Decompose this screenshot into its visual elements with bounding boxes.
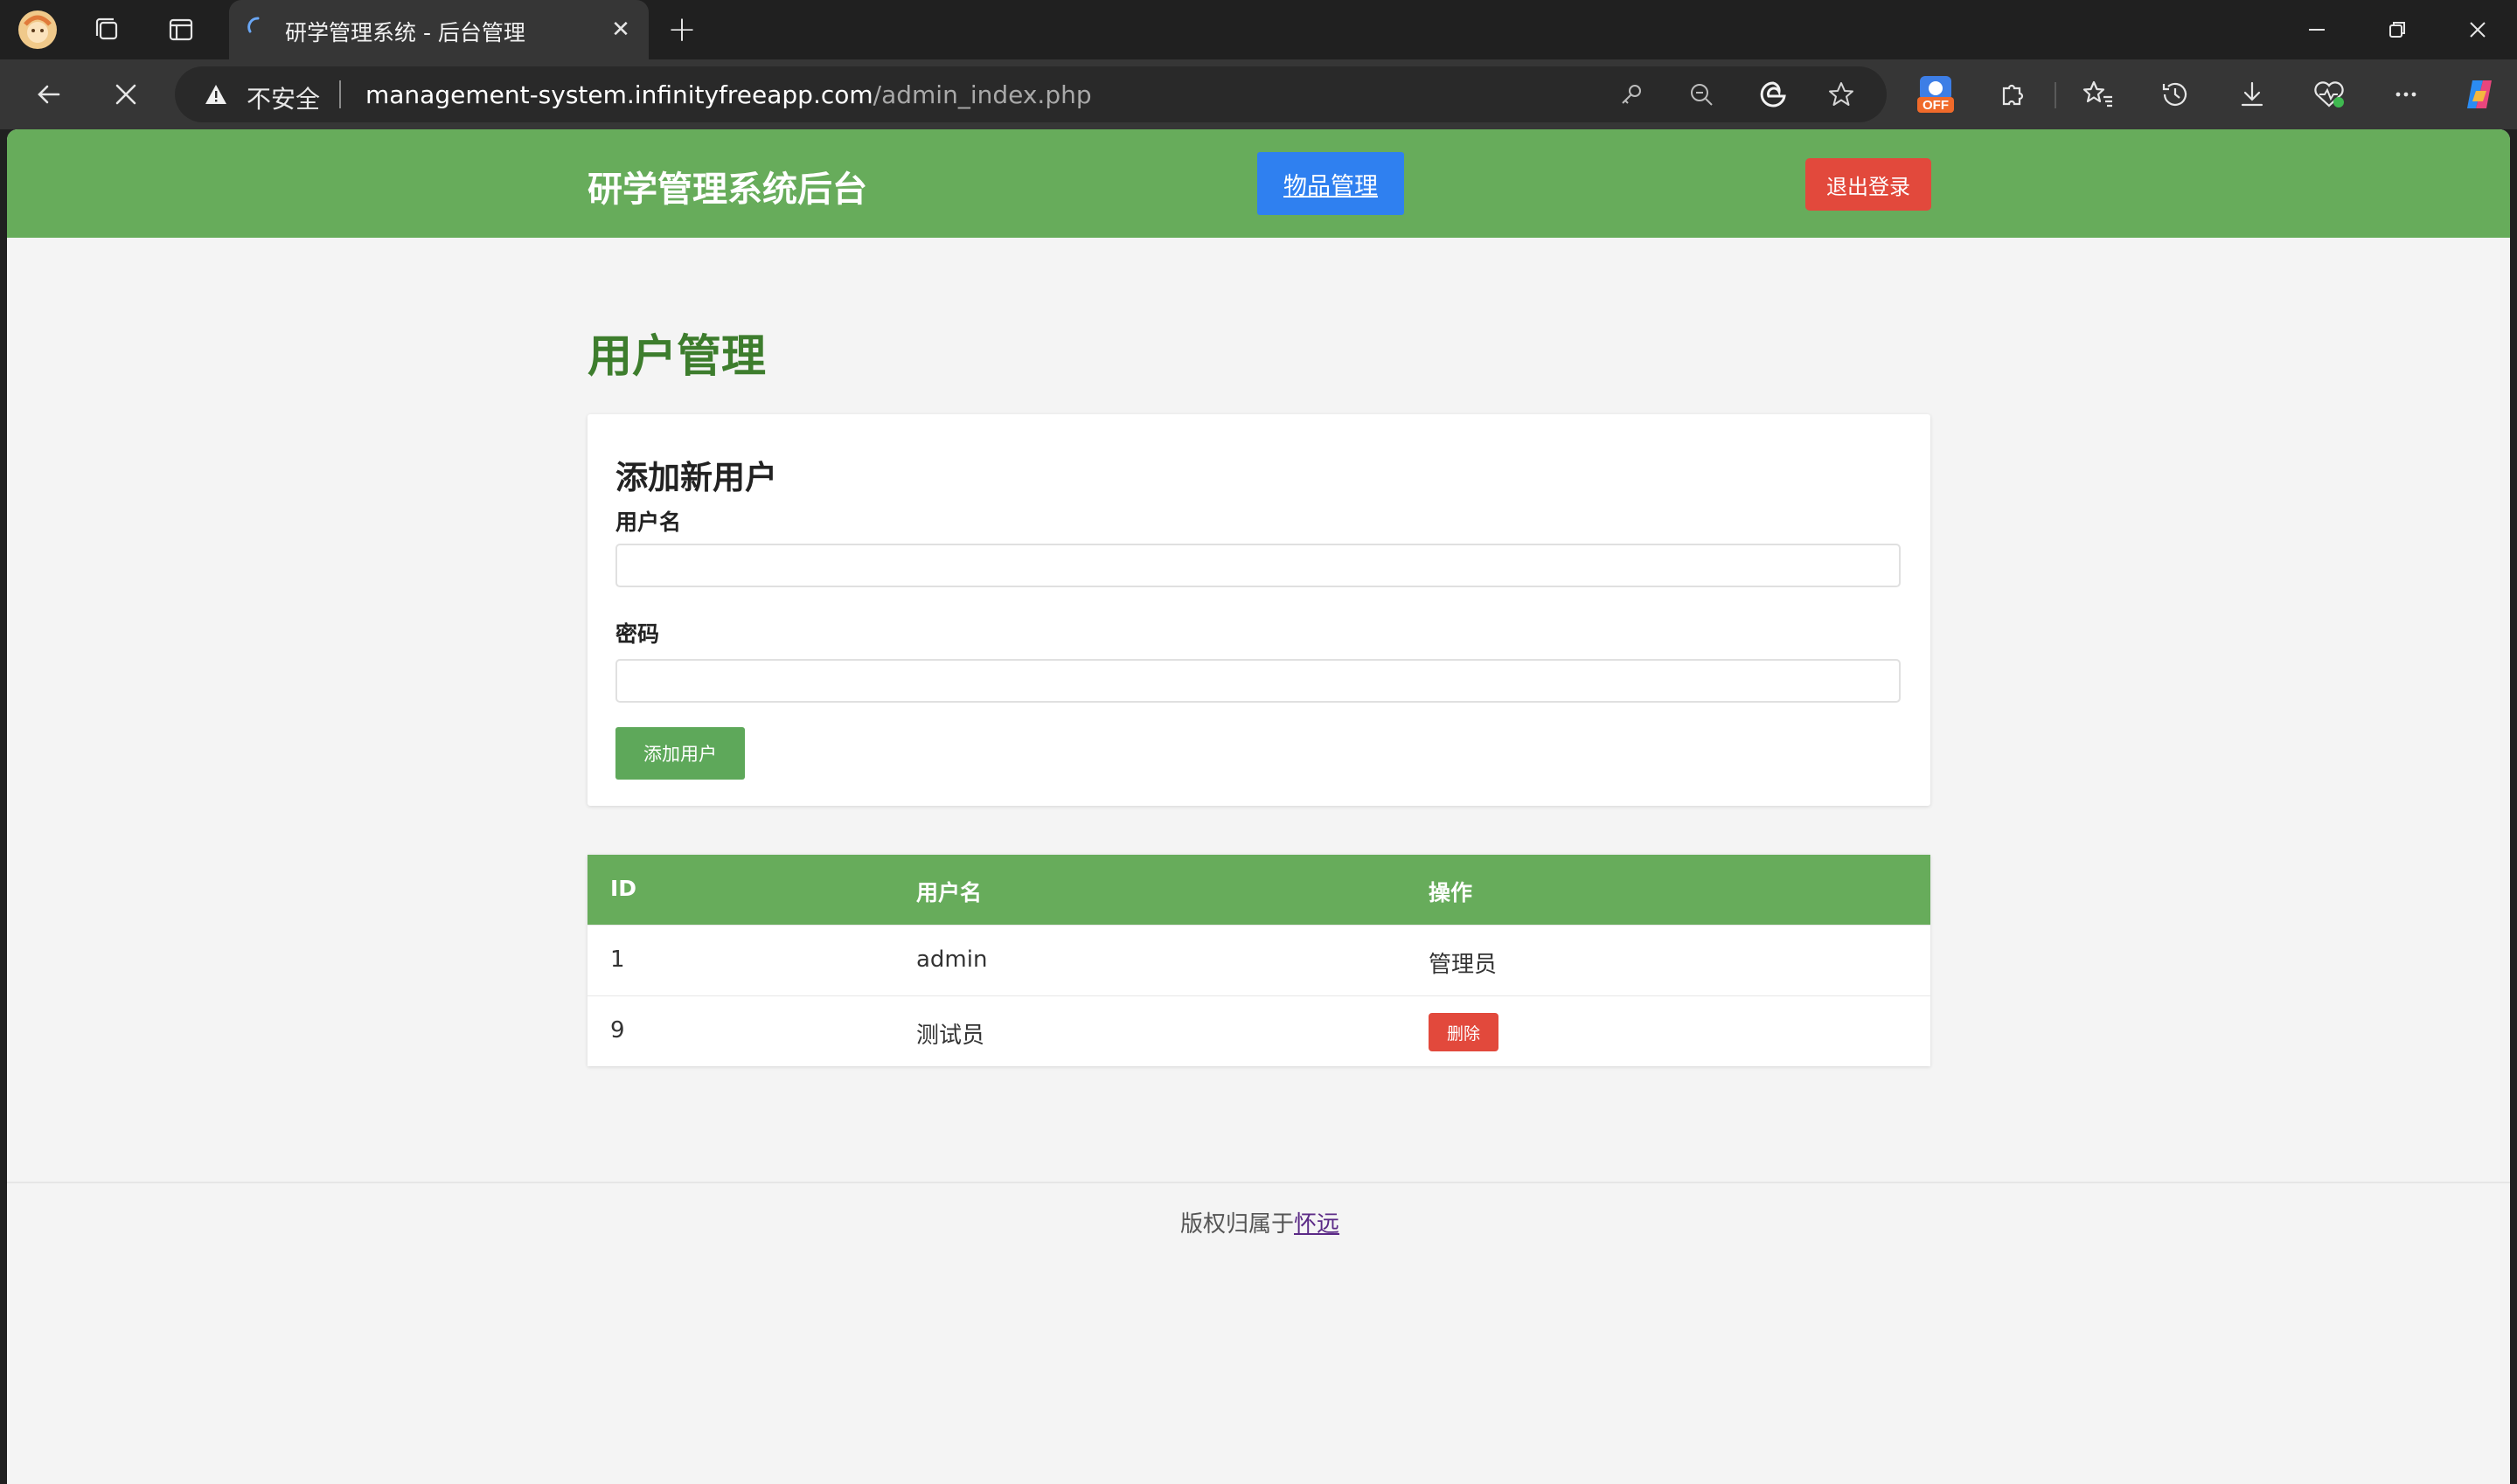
more-menu-icon[interactable] — [2380, 70, 2432, 119]
downloads-icon[interactable] — [2226, 70, 2278, 119]
table-row: 1 admin 管理员 — [588, 925, 1930, 995]
tab-title: 研学管理系统 - 后台管理 — [285, 20, 525, 45]
username-input[interactable] — [615, 544, 1901, 587]
extensions-puzzle-icon[interactable] — [1986, 70, 2039, 119]
extension-badge-text: OFF — [1923, 98, 1949, 113]
url-path: /admin_index.php — [873, 80, 1092, 109]
column-header-action: 操作 — [1429, 880, 1473, 905]
address-bar[interactable]: 不安全 management-system.infinityfreeapp.co… — [175, 66, 1887, 122]
workspaces-icon[interactable] — [72, 0, 143, 59]
minimize-icon[interactable] — [2277, 0, 2357, 59]
users-table: ID 用户名 操作 1 admin 管理员 9 测试员 删除 — [588, 855, 1930, 1066]
page-viewport: 研学管理系统后台 物品管理 退出登录 用户管理 添加新用户 用户名 密码 添加用… — [7, 129, 2510, 1484]
username-label: 用户名 — [615, 510, 682, 535]
stop-loading-icon[interactable] — [100, 70, 152, 119]
password-label: 密码 — [615, 621, 660, 647]
nav-items-management-button[interactable]: 物品管理 — [1257, 152, 1404, 215]
favorites-icon[interactable] — [2072, 70, 2124, 119]
browser-toolbar: 不安全 management-system.infinityfreeapp.co… — [0, 59, 2517, 129]
column-header-id: ID — [610, 876, 637, 901]
password-key-icon[interactable] — [1612, 75, 1651, 114]
site-title: 研学管理系统后台 — [588, 170, 867, 210]
add-user-card: 添加新用户 用户名 密码 添加用户 — [588, 414, 1930, 806]
footer-divider — [7, 1182, 2510, 1183]
footer-text: 版权归属于 — [1180, 1211, 1295, 1238]
favorite-star-icon[interactable] — [1822, 75, 1860, 114]
delete-user-button[interactable]: 删除 — [1429, 1013, 1498, 1051]
restore-icon[interactable] — [2357, 0, 2437, 59]
password-input[interactable] — [615, 659, 1901, 703]
add-user-title: 添加新用户 — [615, 459, 777, 496]
profile-avatar[interactable] — [2, 0, 73, 59]
extension-off-icon[interactable]: OFF — [1909, 70, 1962, 119]
logout-button[interactable]: 退出登录 — [1805, 158, 1931, 211]
history-icon[interactable] — [2149, 70, 2201, 119]
cell-username: admin — [916, 947, 988, 973]
page-title: 用户管理 — [588, 331, 767, 383]
site-header: 研学管理系统后台 物品管理 退出登录 — [7, 129, 2510, 238]
cell-role-admin: 管理员 — [1429, 952, 1498, 978]
table-row: 9 测试员 删除 — [588, 995, 1930, 1066]
browser-essentials-icon[interactable] — [2303, 70, 2355, 119]
cell-id: 1 — [610, 947, 625, 973]
new-tab-button[interactable]: + — [663, 10, 701, 50]
column-header-username: 用户名 — [916, 880, 983, 905]
cell-id: 9 — [610, 1017, 625, 1044]
url-text[interactable]: management-system.infinityfreeapp.com/ad… — [365, 80, 1092, 109]
loading-spinner-icon — [247, 17, 260, 33]
table-header-row: ID 用户名 操作 — [588, 855, 1930, 925]
close-window-icon[interactable] — [2437, 0, 2517, 59]
cell-username: 测试员 — [916, 1023, 985, 1049]
toolbar-divider — [2055, 82, 2056, 108]
copilot-icon[interactable] — [2453, 70, 2506, 119]
footer-author-link[interactable]: 怀远 — [1294, 1211, 1339, 1238]
warning-icon — [205, 85, 226, 104]
tab-actions-icon[interactable] — [145, 0, 217, 59]
close-tab-icon[interactable]: ✕ — [605, 14, 636, 45]
tab-active[interactable]: 研学管理系统 - 后台管理 ✕ — [229, 0, 649, 59]
zoom-out-icon[interactable] — [1682, 75, 1721, 114]
browser-tab-bar: 研学管理系统 - 后台管理 ✕ + — [0, 0, 2517, 59]
footer: 版权归属于怀远 — [1180, 1206, 1339, 1238]
address-divider — [339, 80, 341, 108]
edge-app-icon[interactable] — [1754, 75, 1792, 114]
security-label[interactable]: 不安全 — [247, 80, 320, 115]
back-arrow-icon[interactable] — [23, 70, 75, 119]
add-user-button[interactable]: 添加用户 — [615, 727, 745, 780]
url-host: management-system.infinityfreeapp.com — [365, 80, 873, 109]
